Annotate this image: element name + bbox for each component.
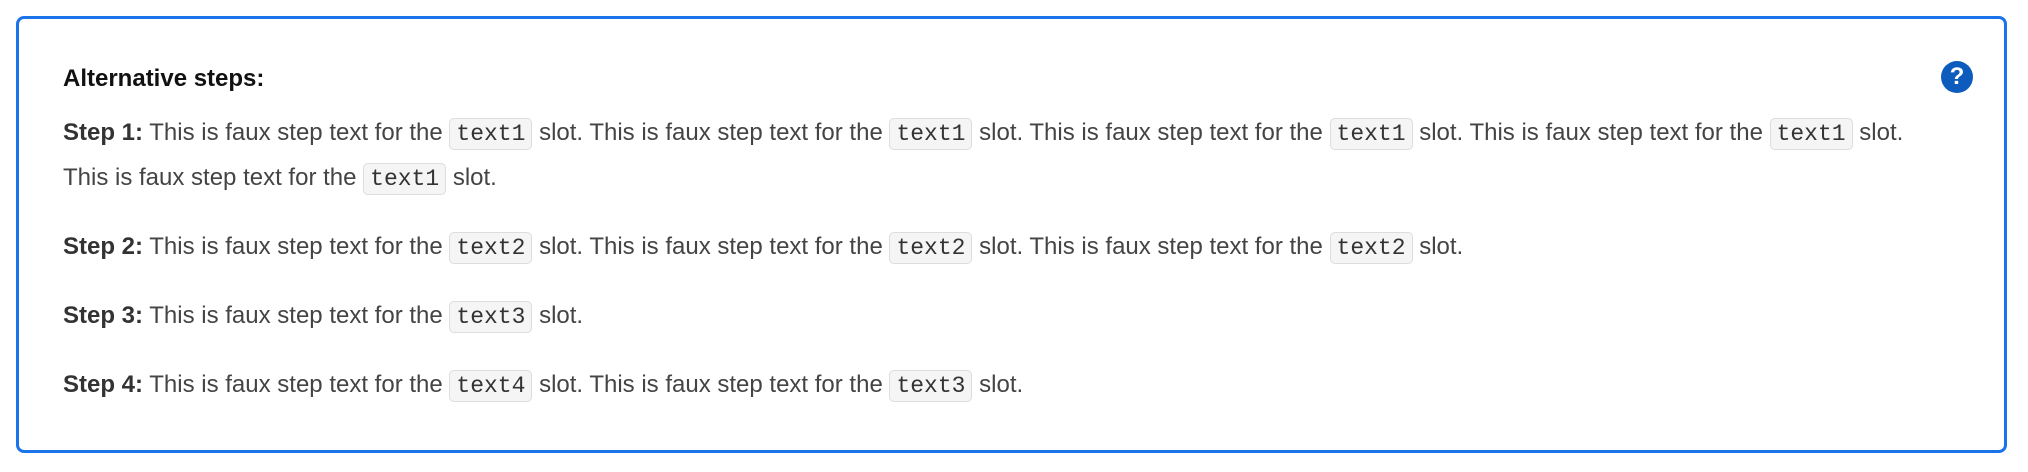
step-text: slot. This is faux step text for the xyxy=(972,233,1330,260)
code-slot: text1 xyxy=(363,163,447,195)
steps-list: Step 1: This is faux step text for the t… xyxy=(63,111,1923,432)
code-slot: text3 xyxy=(449,301,533,333)
step-text: slot. This is faux step text for the xyxy=(532,119,890,146)
code-slot: text4 xyxy=(449,370,533,402)
code-slot: text1 xyxy=(1329,118,1413,150)
code-slot: text1 xyxy=(889,118,973,150)
step-item: Step 3: This is faux step text for the t… xyxy=(63,294,1923,339)
step-item: Step 1: This is faux step text for the t… xyxy=(63,111,1923,201)
step-label: Step 3: xyxy=(63,302,144,329)
step-text: This is faux step text for the xyxy=(143,233,450,260)
step-text: This is faux step text for the xyxy=(143,371,450,398)
step-text: slot. xyxy=(972,371,1024,398)
panel-title: Alternative steps: xyxy=(63,65,265,92)
code-slot: text2 xyxy=(449,232,533,264)
step-text: slot. This is faux step text for the xyxy=(1412,119,1770,146)
step-text: slot. xyxy=(532,302,584,329)
code-slot: text2 xyxy=(889,232,973,264)
alternative-steps-panel: Alternative steps: ? Step 1: This is fau… xyxy=(16,16,2007,453)
step-text: This is faux step text for the xyxy=(143,119,450,146)
code-slot: text3 xyxy=(889,370,973,402)
code-slot: text1 xyxy=(1769,118,1853,150)
question-circle-icon[interactable]: ? xyxy=(1941,61,1973,93)
step-text: slot. This is faux step text for the xyxy=(532,233,890,260)
step-item: Step 4: This is faux step text for the t… xyxy=(63,363,1923,408)
step-text: slot. xyxy=(446,164,497,191)
step-text: slot. This is faux step text for the xyxy=(532,371,890,398)
step-text: This is faux step text for the xyxy=(143,302,450,329)
step-item: Step 2: This is faux step text for the t… xyxy=(63,225,1923,270)
step-text: slot. xyxy=(1412,233,1464,260)
code-slot: text1 xyxy=(449,118,533,150)
code-slot: text2 xyxy=(1329,232,1413,264)
step-text: slot. This is faux step text for the xyxy=(972,119,1330,146)
step-label: Step 1: xyxy=(63,119,144,146)
step-label: Step 2: xyxy=(63,233,144,260)
step-label: Step 4: xyxy=(63,371,144,398)
